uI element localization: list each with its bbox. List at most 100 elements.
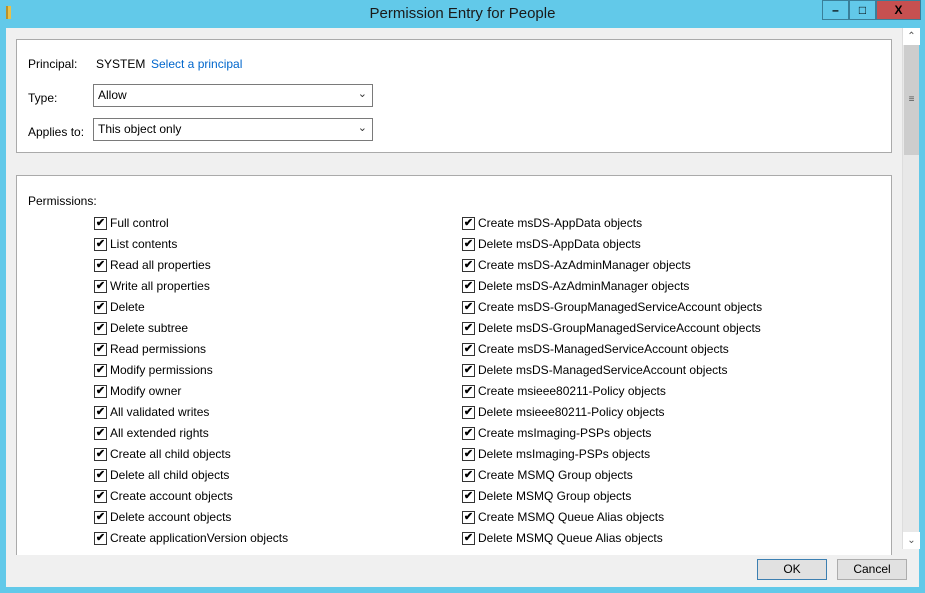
permission-checkbox[interactable]: ✔ Delete bbox=[94, 299, 145, 315]
permission-label: All validated writes bbox=[110, 405, 210, 419]
permission-label: Create applicationVersion objects bbox=[110, 531, 289, 545]
cancel-button[interactable]: Cancel bbox=[837, 559, 907, 580]
checkbox-icon[interactable]: ✔ bbox=[94, 489, 107, 503]
scroll-thumb[interactable]: ≡ bbox=[904, 45, 919, 155]
permission-checkbox[interactable]: ✔ Modify permissions bbox=[94, 362, 213, 378]
permission-checkbox[interactable]: ✔ Create msDS-ManagedServiceAccount objec… bbox=[462, 341, 729, 357]
permission-label: Modify owner bbox=[110, 384, 182, 398]
checkbox-icon[interactable]: ✔ bbox=[94, 237, 107, 251]
permission-checkbox[interactable]: ✔ Read permissions bbox=[94, 341, 206, 357]
permission-checkbox[interactable]: ✔ Delete msDS-AppData objects bbox=[462, 236, 641, 252]
permission-checkbox[interactable]: ✔ Full control bbox=[94, 215, 169, 231]
permission-checkbox[interactable]: ✔ Delete MSMQ Group objects bbox=[462, 488, 631, 504]
scroll-up-icon[interactable]: ⌃ bbox=[903, 28, 920, 45]
type-select[interactable]: Allow ⌄ bbox=[93, 84, 373, 107]
permission-checkbox[interactable]: ✔ Delete msImaging-PSPs objects bbox=[462, 446, 650, 462]
maximize-button[interactable]: □ bbox=[849, 0, 876, 20]
type-label: Type: bbox=[28, 91, 58, 105]
select-principal-link[interactable]: Select a principal bbox=[151, 57, 242, 71]
permission-checkbox[interactable]: ✔ Create msieee80211-Policy objects bbox=[462, 383, 666, 399]
permission-checkbox[interactable]: ✔ Delete msDS-ManagedServiceAccount objec… bbox=[462, 362, 727, 378]
permission-label: Delete msieee80211-Policy objects bbox=[478, 405, 665, 419]
permission-label: Delete bbox=[110, 300, 145, 314]
permission-checkbox[interactable]: ✔ Delete msDS-GroupManagedServiceAccount … bbox=[462, 320, 761, 336]
permission-checkbox[interactable]: ✔ All extended rights bbox=[94, 425, 209, 441]
applies-to-label: Applies to: bbox=[28, 125, 85, 139]
chevron-down-icon: ⌄ bbox=[357, 88, 367, 100]
permission-checkbox[interactable]: ✔ List contents bbox=[94, 236, 177, 252]
checkbox-icon[interactable]: ✔ bbox=[94, 384, 107, 398]
checkbox-icon[interactable]: ✔ bbox=[94, 363, 107, 377]
permission-checkbox[interactable]: ✔ Create msDS-AzAdminManager objects bbox=[462, 257, 691, 273]
permission-label: Delete account objects bbox=[110, 510, 232, 524]
permission-label: Delete MSMQ Queue Alias objects bbox=[478, 531, 663, 545]
permission-checkbox[interactable]: ✔ Modify owner bbox=[94, 383, 181, 399]
window-title: Permission Entry for People bbox=[369, 5, 556, 22]
checkbox-icon[interactable]: ✔ bbox=[462, 510, 475, 524]
permission-checkbox[interactable]: ✔ All validated writes bbox=[94, 404, 209, 420]
scroll-down-icon[interactable]: ⌄ bbox=[903, 532, 920, 549]
permission-label: Create msieee80211-Policy objects bbox=[478, 384, 666, 398]
permission-checkbox[interactable]: ✔ Create all child objects bbox=[94, 446, 231, 462]
principal-value: SYSTEM bbox=[96, 57, 146, 71]
checkbox-icon[interactable]: ✔ bbox=[94, 447, 107, 461]
checkbox-icon[interactable]: ✔ bbox=[462, 321, 475, 335]
ok-button[interactable]: OK bbox=[757, 559, 827, 580]
permission-checkbox[interactable]: ✔ Create msDS-AppData objects bbox=[462, 215, 642, 231]
checkbox-icon[interactable]: ✔ bbox=[94, 216, 107, 230]
checkbox-icon[interactable]: ✔ bbox=[462, 300, 475, 314]
checkbox-icon[interactable]: ✔ bbox=[462, 363, 475, 377]
checkbox-icon[interactable]: ✔ bbox=[462, 468, 475, 482]
checkbox-icon[interactable]: ✔ bbox=[462, 237, 475, 251]
checkbox-icon[interactable]: ✔ bbox=[462, 447, 475, 461]
type-value: Allow bbox=[98, 88, 127, 102]
permission-checkbox[interactable]: ✔ Create msDS-GroupManagedServiceAccount … bbox=[462, 299, 762, 315]
checkbox-icon[interactable]: ✔ bbox=[462, 279, 475, 293]
checkbox-icon[interactable]: ✔ bbox=[94, 531, 107, 545]
checkbox-icon[interactable]: ✔ bbox=[462, 531, 475, 545]
permission-checkbox[interactable]: ✔ Delete msDS-AzAdminManager objects bbox=[462, 278, 689, 294]
checkbox-icon[interactable]: ✔ bbox=[462, 342, 475, 356]
permission-checkbox[interactable]: ✔ Create account objects bbox=[94, 488, 233, 504]
permission-label: Delete msDS-ManagedServiceAccount object… bbox=[478, 363, 728, 377]
applies-to-value: This object only bbox=[98, 122, 182, 136]
checkbox-icon[interactable]: ✔ bbox=[462, 216, 475, 230]
permission-checkbox[interactable]: ✔ Delete all child objects bbox=[94, 467, 229, 483]
permission-label: Create msDS-AzAdminManager objects bbox=[478, 258, 691, 272]
permission-checkbox[interactable]: ✔ Write all properties bbox=[94, 278, 210, 294]
permission-label: Modify permissions bbox=[110, 363, 213, 377]
permission-checkbox[interactable]: ✔ Create MSMQ Queue Alias objects bbox=[462, 509, 664, 525]
checkbox-icon[interactable]: ✔ bbox=[94, 510, 107, 524]
checkbox-icon[interactable]: ✔ bbox=[462, 258, 475, 272]
checkbox-icon[interactable]: ✔ bbox=[94, 300, 107, 314]
close-button[interactable]: X bbox=[876, 0, 921, 20]
checkbox-icon[interactable]: ✔ bbox=[462, 405, 475, 419]
permission-checkbox[interactable]: ✔ Create msImaging-PSPs objects bbox=[462, 425, 651, 441]
permissions-section: Permissions: ✔ Full control ✔ List contents… bbox=[16, 175, 892, 555]
vertical-scrollbar[interactable]: ⌃ ≡ ⌄ bbox=[902, 28, 920, 549]
permission-label: Create account objects bbox=[110, 489, 233, 503]
checkbox-icon[interactable]: ✔ bbox=[94, 258, 107, 272]
checkbox-icon[interactable]: ✔ bbox=[462, 384, 475, 398]
checkbox-icon[interactable]: ✔ bbox=[94, 342, 107, 356]
permission-checkbox[interactable]: ✔ Delete msieee80211-Policy objects bbox=[462, 404, 665, 420]
checkbox-icon[interactable]: ✔ bbox=[94, 405, 107, 419]
checkbox-icon[interactable]: ✔ bbox=[462, 489, 475, 503]
permission-checkbox[interactable]: ✔ Create MSMQ Group objects bbox=[462, 467, 633, 483]
checkbox-icon[interactable]: ✔ bbox=[94, 279, 107, 293]
checkbox-icon[interactable]: ✔ bbox=[462, 426, 475, 440]
permission-checkbox[interactable]: ✔ Read all properties bbox=[94, 257, 211, 273]
title-bar[interactable]: Permission Entry for People – □ X bbox=[0, 0, 925, 28]
permission-checkbox[interactable]: ✔ Create applicationVersion objects bbox=[94, 530, 288, 546]
permission-label: Delete msDS-AppData objects bbox=[478, 237, 641, 251]
applies-to-select[interactable]: This object only ⌄ bbox=[93, 118, 373, 141]
permission-checkbox[interactable]: ✔ Delete MSMQ Queue Alias objects bbox=[462, 530, 663, 546]
checkbox-icon[interactable]: ✔ bbox=[94, 468, 107, 482]
minimize-button[interactable]: – bbox=[822, 0, 849, 20]
checkbox-icon[interactable]: ✔ bbox=[94, 426, 107, 440]
checkbox-icon[interactable]: ✔ bbox=[94, 321, 107, 335]
permission-label: Create all child objects bbox=[110, 447, 231, 461]
permission-label: Delete MSMQ Group objects bbox=[478, 489, 632, 503]
permission-checkbox[interactable]: ✔ Delete account objects bbox=[94, 509, 231, 525]
permission-checkbox[interactable]: ✔ Delete subtree bbox=[94, 320, 188, 336]
